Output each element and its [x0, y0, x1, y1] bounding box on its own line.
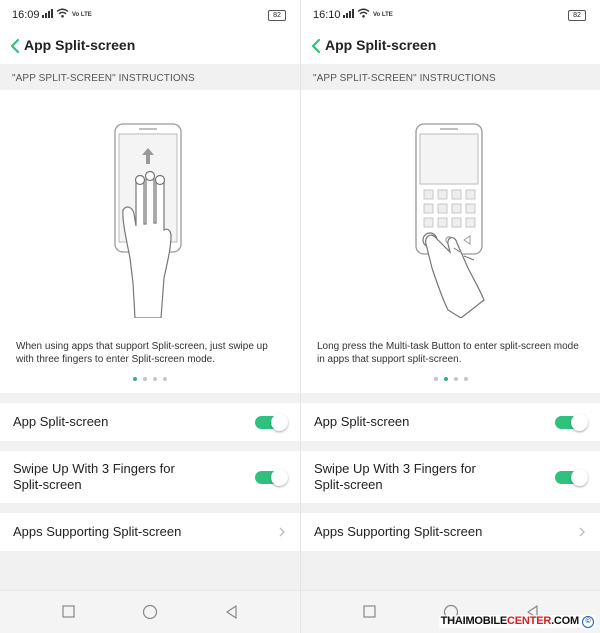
- page-title: App Split-screen: [325, 37, 437, 53]
- page-dot: [463, 377, 468, 381]
- swipe-up-row[interactable]: Swipe Up With 3 Fingers for Split-screen: [301, 451, 600, 503]
- page-dot: [433, 377, 438, 381]
- swipe-up-label: Swipe Up With 3 Fingers for Split-screen: [314, 461, 476, 493]
- instructions-panel[interactable]: When using apps that support Split-scree…: [0, 90, 300, 393]
- instructions-section-header: "APP SPLIT-SCREEN" INSTRUCTIONS: [313, 73, 496, 84]
- volte-icon: Vo LTE: [72, 12, 92, 18]
- page-dot-active: [443, 377, 448, 381]
- page-title: App Split-screen: [24, 37, 136, 53]
- watermark-part1: THAIMOBILE: [440, 615, 508, 627]
- cell-signal-icon: [42, 9, 53, 18]
- app-split-screen-row[interactable]: App Split-screen: [301, 403, 600, 441]
- app-split-screen-toggle[interactable]: [554, 414, 588, 431]
- wifi-icon: [56, 8, 69, 18]
- page-dot: [163, 377, 167, 381]
- instructions-section-header: "APP SPLIT-SCREEN" INSTRUCTIONS: [12, 73, 195, 84]
- swipe-up-toggle[interactable]: [554, 469, 588, 486]
- apps-supporting-label: Apps Supporting Split-screen: [13, 524, 182, 539]
- circle-home-icon[interactable]: [142, 604, 158, 620]
- phone-screen-right: 16:10 Vo LTE 82 App Split-screen "APP SP…: [300, 0, 600, 633]
- apps-supporting-row[interactable]: Apps Supporting Split-screen: [0, 513, 300, 551]
- status-time: 16:09: [12, 9, 40, 21]
- app-split-screen-label: App Split-screen: [314, 414, 410, 429]
- status-bar: 16:10 Vo LTE 82: [301, 0, 600, 30]
- volte-icon: Vo LTE: [373, 12, 393, 18]
- battery-icon: 82: [568, 10, 586, 21]
- watermark-part3: .COM: [551, 615, 579, 627]
- instruction-text: When using apps that support Split-scree…: [16, 341, 268, 365]
- app-split-screen-row[interactable]: App Split-screen: [0, 403, 300, 441]
- swipe-up-label-line2: Split-screen: [314, 477, 383, 492]
- swipe-up-row[interactable]: Swipe Up With 3 Fingers for Split-screen: [0, 451, 300, 503]
- instruction-text: Long press the Multi-task Button to ente…: [317, 341, 579, 365]
- swipe-up-toggle[interactable]: [254, 469, 288, 486]
- status-icons: Vo LTE: [343, 8, 393, 18]
- wifi-icon: [357, 8, 370, 18]
- status-time: 16:10: [313, 9, 341, 21]
- chevron-right-icon: [279, 527, 285, 537]
- long-press-multitask-illustration: [415, 123, 485, 318]
- cell-signal-icon: [343, 9, 354, 18]
- instructions-panel[interactable]: Long press the Multi-task Button to ente…: [301, 90, 600, 393]
- swipe-up-label: Swipe Up With 3 Fingers for Split-screen: [13, 461, 175, 493]
- site-watermark: THAIMOBILECENTER.COM ©: [438, 615, 596, 628]
- chevron-right-icon: [579, 527, 585, 537]
- triangle-back-icon[interactable]: [224, 604, 240, 620]
- app-split-screen-toggle[interactable]: [254, 414, 288, 431]
- app-header: App Split-screen: [0, 30, 300, 64]
- apps-supporting-row[interactable]: Apps Supporting Split-screen: [301, 513, 600, 551]
- watermark-part2: CENTER: [507, 615, 552, 627]
- square-recents-icon[interactable]: [362, 604, 378, 620]
- swipe-up-label-line1: Swipe Up With 3 Fingers for: [13, 461, 175, 476]
- swipe-up-label-line1: Swipe Up With 3 Fingers for: [314, 461, 476, 476]
- page-indicator: [0, 377, 300, 381]
- apps-supporting-label: Apps Supporting Split-screen: [314, 524, 483, 539]
- copyright-icon: ©: [582, 616, 594, 628]
- page-indicator: [301, 377, 600, 381]
- navigation-bar: [0, 590, 300, 633]
- square-recents-icon[interactable]: [61, 604, 77, 620]
- page-dot: [453, 377, 458, 381]
- three-finger-swipe-illustration: [114, 123, 182, 318]
- status-icons: Vo LTE: [42, 8, 92, 18]
- phone-screen-left: 16:09 Vo LTE 82 App Split-screen "APP SP…: [0, 0, 300, 633]
- status-bar: 16:09 Vo LTE 82: [0, 0, 300, 30]
- battery-icon: 82: [268, 10, 286, 21]
- page-dot-active: [133, 377, 137, 381]
- app-header: App Split-screen: [301, 30, 600, 64]
- app-split-screen-label: App Split-screen: [13, 414, 109, 429]
- page-dot: [153, 377, 157, 381]
- swipe-up-label-line2: Split-screen: [13, 477, 82, 492]
- page-dot: [143, 377, 147, 381]
